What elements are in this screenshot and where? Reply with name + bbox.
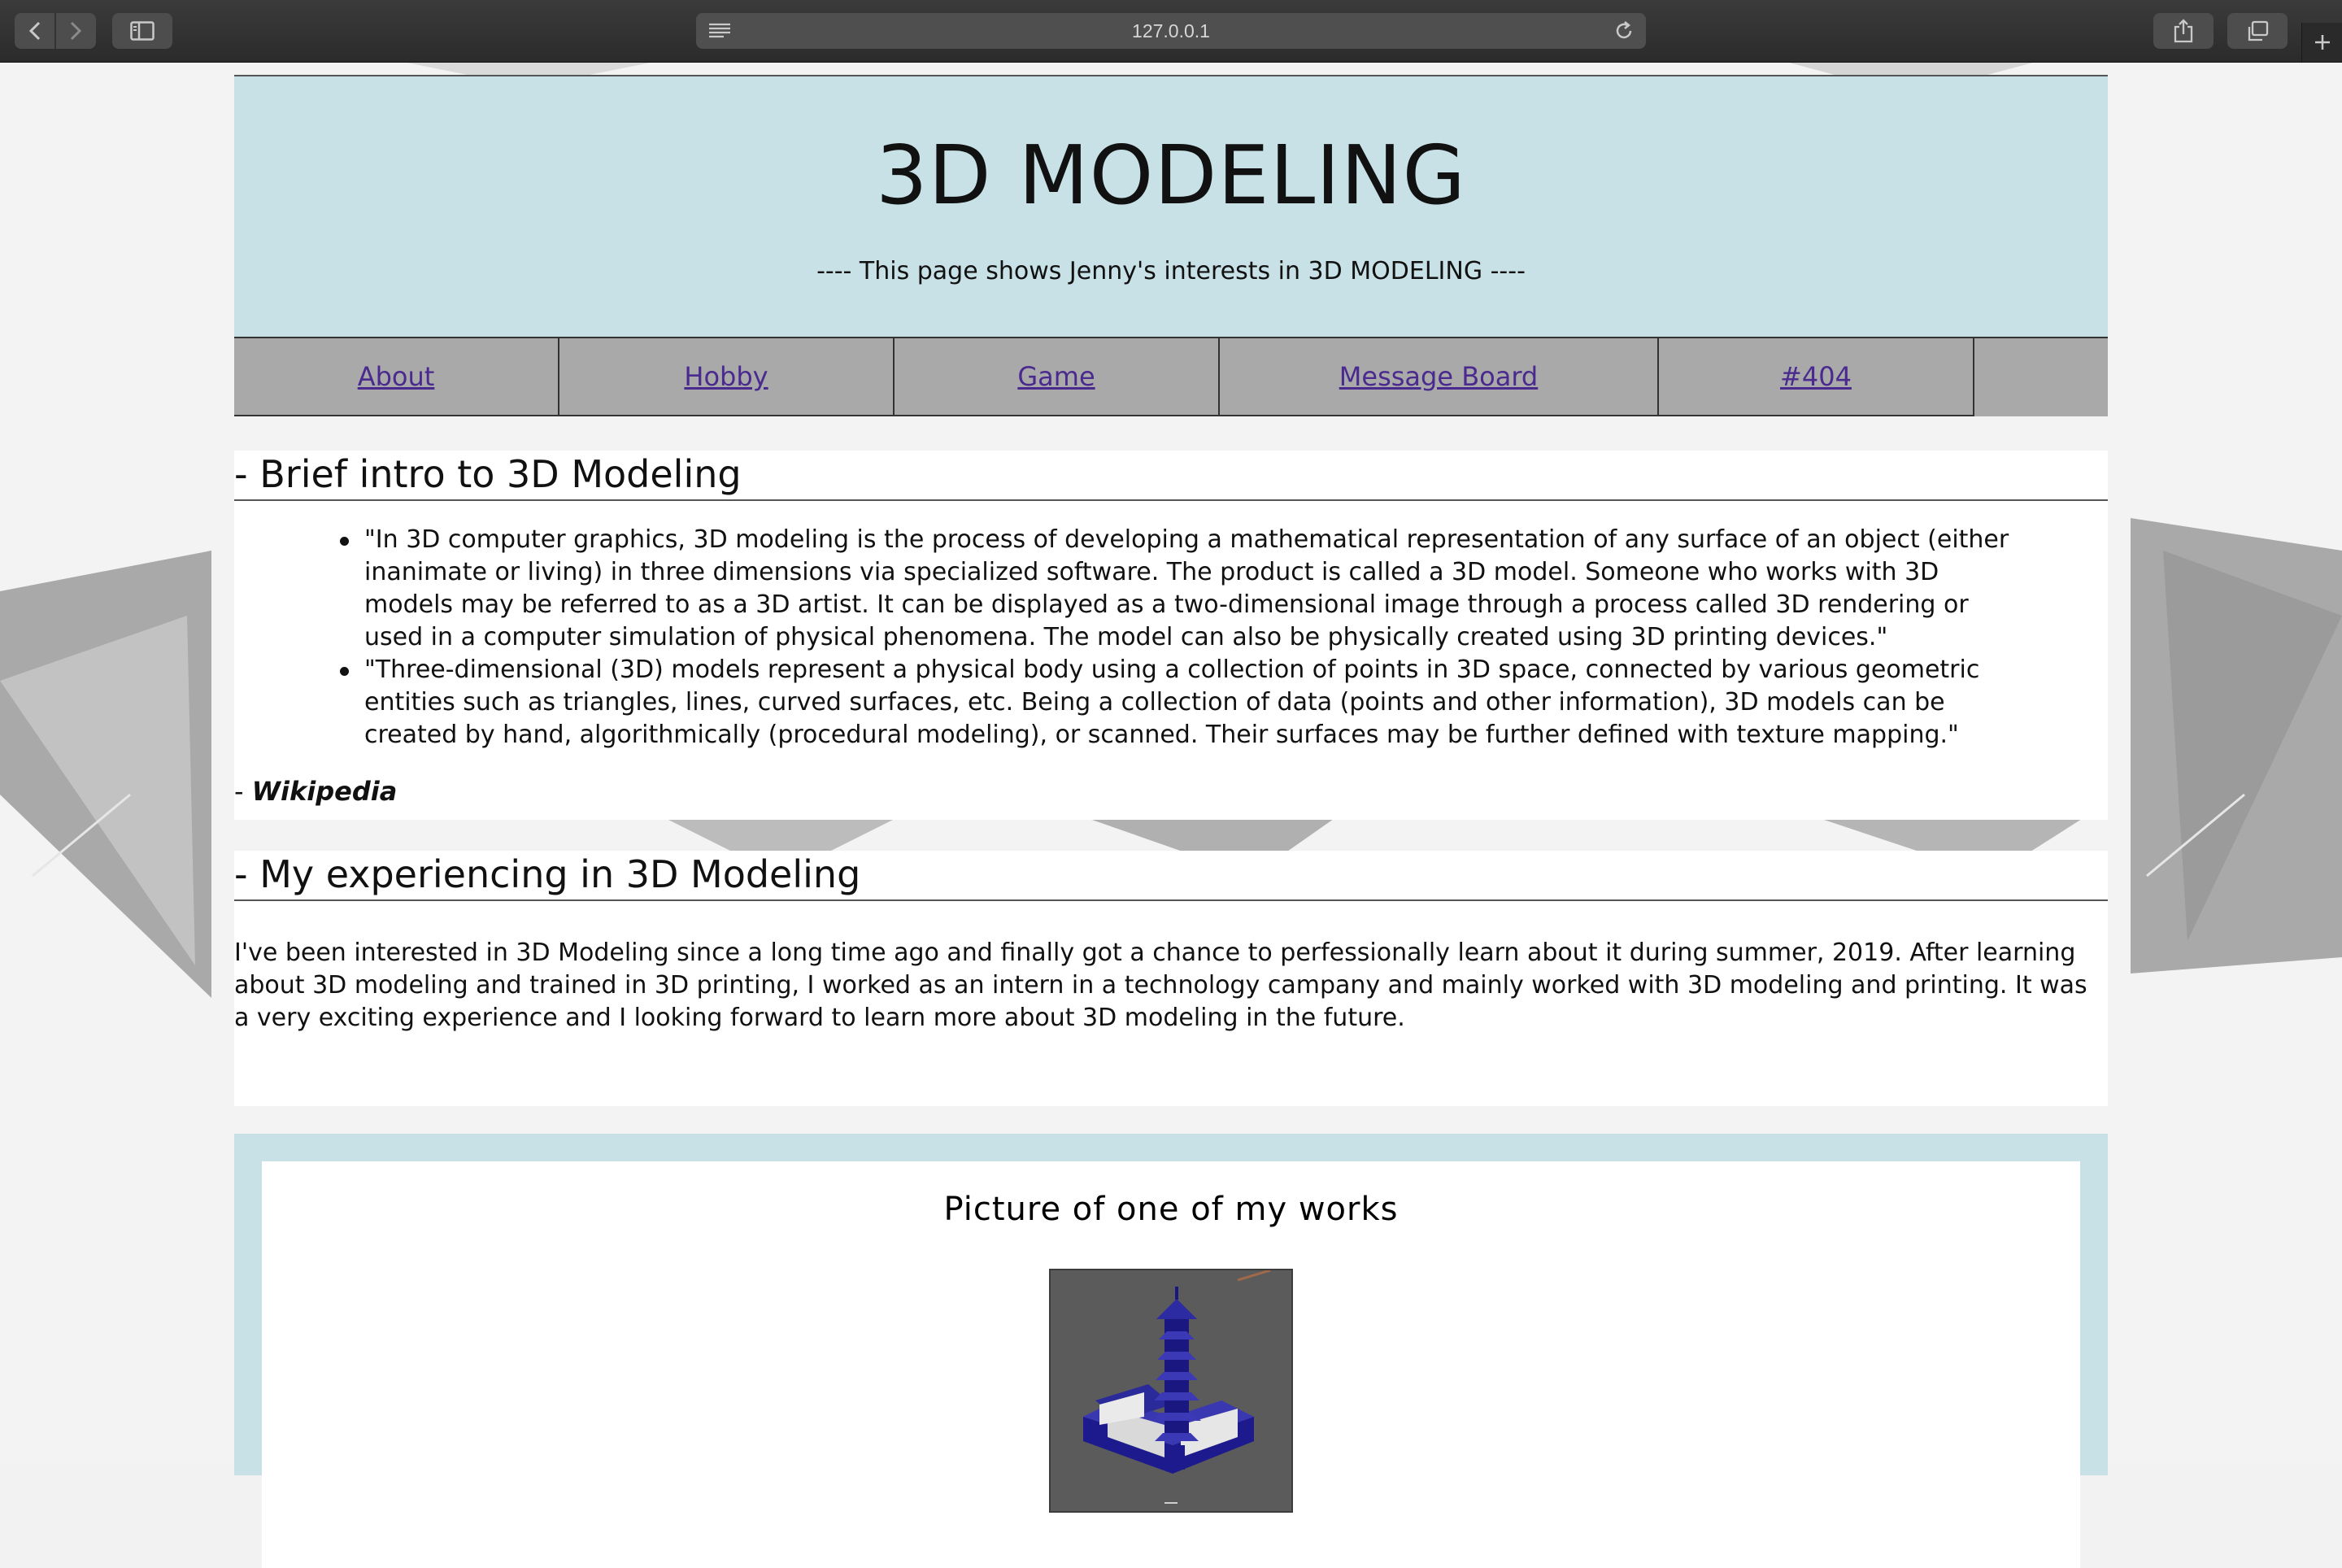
tab-overview-button[interactable]: [2227, 13, 2288, 49]
intro-section: - Brief intro to 3D Modeling "In 3D comp…: [234, 451, 2108, 820]
nav-cell-404: #404: [1659, 338, 1974, 416]
page-title: 3D MODELING: [875, 128, 1467, 223]
nav-bar: About Hobby Game Message Board #404: [234, 337, 2108, 416]
gallery-card: Picture of one of my works: [262, 1161, 2080, 1568]
gallery-section: Picture of one of my works: [234, 1134, 2108, 1568]
source-name: Wikipedia: [251, 776, 398, 807]
page-subtitle: ---- This page shows Jenny's interests i…: [816, 257, 1526, 285]
experience-paragraph: I've been interested in 3D Modeling sinc…: [234, 939, 2087, 1032]
gallery-title: Picture of one of my works: [943, 1191, 1399, 1228]
intro-quote-list: "In 3D computer graphics, 3D modeling is…: [234, 524, 2108, 751]
browser-toolbar: 127.0.0.1: [0, 0, 2342, 63]
reload-icon[interactable]: [1613, 20, 1635, 45]
chevron-right-icon: [71, 21, 82, 41]
share-icon: [2174, 19, 2193, 43]
tabs-icon: [2248, 20, 2269, 41]
back-button[interactable]: [15, 13, 54, 49]
sidebar-toggle-button[interactable]: [112, 13, 172, 49]
history-nav-group: [15, 13, 96, 49]
nav-link-about[interactable]: About: [358, 361, 435, 392]
main-container: 3D MODELING ---- This page shows Jenny's…: [234, 75, 2108, 1568]
url-text: 127.0.0.1: [1132, 20, 1210, 41]
source-prefix: -: [234, 776, 252, 807]
chevron-left-icon: [28, 21, 40, 41]
list-item: "Three-dimensional (3D) models represent…: [340, 654, 2108, 751]
plus-icon: [2315, 35, 2330, 50]
nav-link-message-board[interactable]: Message Board: [1339, 361, 1538, 392]
list-item: "In 3D computer graphics, 3D modeling is…: [340, 524, 2108, 654]
nav-cell-hobby: Hobby: [559, 338, 895, 416]
pagoda-model-image: [1049, 1269, 1293, 1513]
quote-source: - Wikipedia: [234, 776, 2108, 807]
intro-heading: - Brief intro to 3D Modeling: [234, 451, 2108, 501]
new-tab-button[interactable]: [2301, 23, 2342, 62]
site-header: 3D MODELING ---- This page shows Jenny's…: [234, 75, 2108, 337]
nav-link-hobby[interactable]: Hobby: [684, 361, 768, 392]
nav-link-404[interactable]: #404: [1780, 361, 1852, 392]
experience-section: - My experiencing in 3D Modeling I've be…: [234, 851, 2108, 1106]
forward-button[interactable]: [56, 13, 96, 49]
sidebar-icon: [130, 21, 155, 41]
share-button[interactable]: [2153, 13, 2214, 49]
nav-cell-about: About: [234, 338, 559, 416]
experience-heading: - My experiencing in 3D Modeling: [234, 851, 2108, 901]
nav-cell-game: Game: [895, 338, 1220, 416]
nav-cell-message-board: Message Board: [1220, 338, 1659, 416]
nav-link-game[interactable]: Game: [1017, 361, 1095, 392]
address-bar[interactable]: 127.0.0.1: [696, 13, 1646, 49]
